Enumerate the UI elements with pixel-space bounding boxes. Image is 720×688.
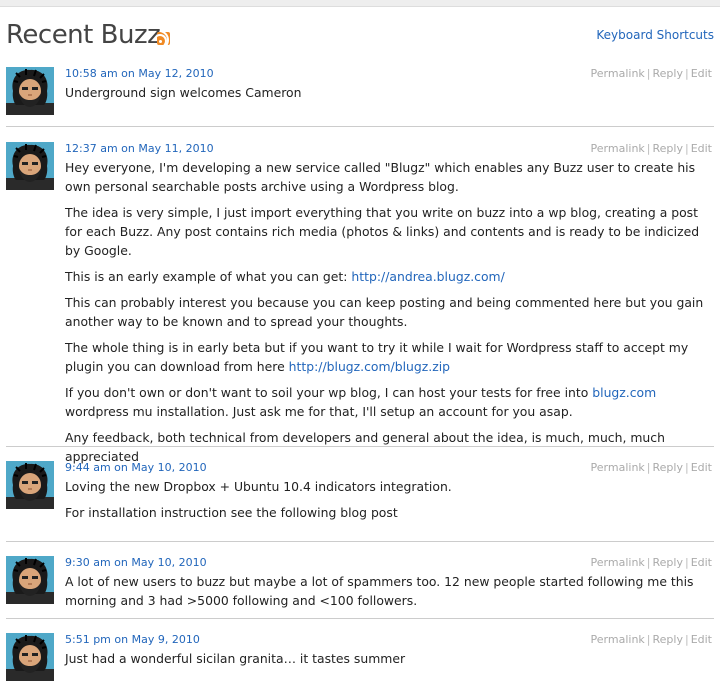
rss-icon[interactable] <box>157 32 170 45</box>
permalink-link[interactable]: Permalink <box>591 556 645 569</box>
post-timestamp-link[interactable]: 10:58 am on May 12, 2010 <box>65 67 214 80</box>
post-text: Underground sign welcomes Cameron <box>65 85 302 100</box>
post-text: Just had a wonderful sicilan granita… it… <box>65 651 406 666</box>
buzz-post: 10:58 am on May 12, 2010 Permalink | Reply… <box>6 67 714 117</box>
post-text: The idea is very simple, I just import e… <box>65 205 700 258</box>
post-body: Just had a wonderful sicilan granita… it… <box>65 649 715 675</box>
avatar[interactable] <box>6 142 54 190</box>
reply-link[interactable]: Reply <box>653 556 683 569</box>
post-text: If you don't own or don't want to soil y… <box>65 385 657 419</box>
example-link[interactable]: http://andrea.blugz.com/ <box>351 269 504 284</box>
reply-link[interactable]: Reply <box>653 67 683 80</box>
edit-link[interactable]: Edit <box>691 142 712 155</box>
avatar[interactable] <box>6 67 54 115</box>
top-bar <box>0 0 720 7</box>
avatar[interactable] <box>6 461 54 509</box>
edit-link[interactable]: Edit <box>691 633 712 646</box>
post-text: This can probably interest you because y… <box>65 295 704 329</box>
keyboard-shortcuts-link[interactable]: Keyboard Shortcuts <box>596 28 714 42</box>
post-actions: Permalink | Reply | Edit <box>590 633 712 646</box>
host-link[interactable]: blugz.com <box>592 385 656 400</box>
post-body: Loving the new Dropbox + Ubuntu 10.4 ind… <box>65 477 715 529</box>
post-timestamp-link[interactable]: 9:30 am on May 10, 2010 <box>65 556 207 569</box>
post-text: Hey everyone, I'm developing a new servi… <box>65 160 696 194</box>
reply-link[interactable]: Reply <box>653 633 683 646</box>
buzz-post: 5:51 pm on May 9, 2010 Permalink | Reply | E… <box>6 633 714 685</box>
avatar[interactable] <box>6 556 54 604</box>
edit-link[interactable]: Edit <box>691 461 712 474</box>
permalink-link[interactable]: Permalink <box>591 67 645 80</box>
post-timestamp-link[interactable]: 5:51 pm on May 9, 2010 <box>65 633 200 646</box>
post-body: Hey everyone, I'm developing a new servi… <box>65 158 715 473</box>
edit-link[interactable]: Edit <box>691 67 712 80</box>
post-timestamp-link[interactable]: 9:44 am on May 10, 2010 <box>65 461 207 474</box>
edit-link[interactable]: Edit <box>691 556 712 569</box>
post-actions: Permalink | Reply | Edit <box>590 142 712 155</box>
post-text: A lot of new users to buzz but maybe a l… <box>65 574 694 608</box>
post-actions: Permalink | Reply | Edit <box>590 556 712 569</box>
reply-link[interactable]: Reply <box>653 461 683 474</box>
avatar[interactable] <box>6 633 54 681</box>
page-title: Recent Buzz <box>6 20 161 50</box>
buzz-post: 12:37 am on May 11, 2010 Permalink | Reply… <box>6 142 714 464</box>
divider <box>6 541 714 542</box>
permalink-link[interactable]: Permalink <box>591 633 645 646</box>
divider <box>6 618 714 619</box>
reply-link[interactable]: Reply <box>653 142 683 155</box>
post-text: The whole thing is in early beta but if … <box>65 340 689 374</box>
post-text: This is an early example of what you can… <box>65 269 505 284</box>
permalink-link[interactable]: Permalink <box>591 461 645 474</box>
post-actions: Permalink | Reply | Edit <box>590 67 712 80</box>
post-timestamp-link[interactable]: 12:37 am on May 11, 2010 <box>65 142 214 155</box>
buzz-post: 9:30 am on May 10, 2010 Permalink | Reply |… <box>6 556 714 616</box>
post-actions: Permalink | Reply | Edit <box>590 461 712 474</box>
post-text: Loving the new Dropbox + Ubuntu 10.4 ind… <box>65 479 452 494</box>
permalink-link[interactable]: Permalink <box>591 142 645 155</box>
divider <box>6 126 714 127</box>
page-header: Recent Buzz Keyboard Shortcuts <box>6 14 714 54</box>
post-body: Underground sign welcomes Cameron <box>65 83 715 109</box>
divider <box>6 446 714 447</box>
download-link[interactable]: http://blugz.com/blugz.zip <box>289 359 450 374</box>
buzz-post: 9:44 am on May 10, 2010 Permalink | Reply |… <box>6 461 714 531</box>
post-text: For installation instruction see the fol… <box>65 505 398 520</box>
post-body: A lot of new users to buzz but maybe a l… <box>65 572 715 617</box>
